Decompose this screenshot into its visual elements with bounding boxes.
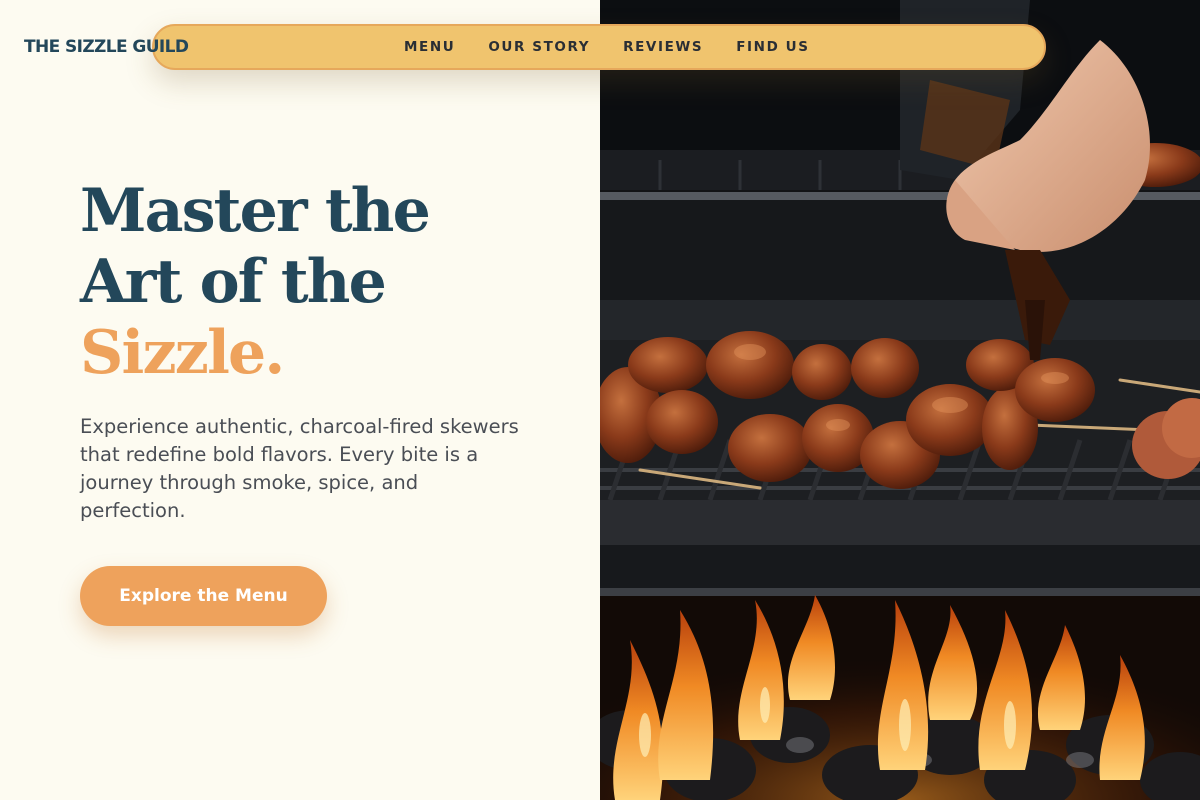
explore-menu-button[interactable]: Explore the Menu: [80, 566, 327, 626]
main-navigation: MENU OUR STORY REVIEWS FIND US: [152, 24, 1046, 70]
headline-line-2: Art of the: [80, 247, 387, 317]
hero-content-panel: [0, 0, 600, 800]
hero-headline: Master the Art of the Sizzle.: [80, 176, 431, 389]
hero-description: Experience authentic, charcoal-fired ske…: [80, 415, 519, 522]
headline-line-1: Master the: [80, 176, 431, 246]
nav-links: MENU OUR STORY REVIEWS FIND US: [404, 26, 810, 68]
nav-item-menu[interactable]: MENU: [404, 39, 455, 55]
headline-accent: Sizzle.: [80, 318, 285, 388]
hero-image: [600, 0, 1200, 800]
nav-item-find-us[interactable]: FIND US: [736, 39, 809, 55]
nav-item-our-story[interactable]: OUR STORY: [488, 39, 590, 55]
nav-item-reviews[interactable]: REVIEWS: [623, 39, 703, 55]
brand-logo[interactable]: THE SIZZLE GUILD: [24, 37, 189, 57]
